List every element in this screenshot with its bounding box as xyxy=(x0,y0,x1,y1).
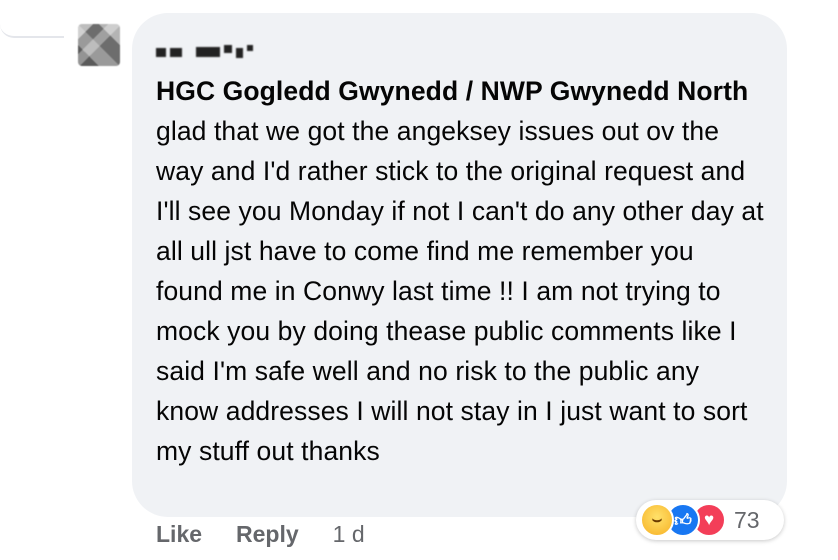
comment-text: HGC Gogledd Gwynedd / NWP Gwynedd North … xyxy=(156,71,766,471)
comment-bubble: HGC Gogledd Gwynedd / NWP Gwynedd North … xyxy=(132,13,787,517)
reaction-count: 73 xyxy=(734,506,760,533)
like-button[interactable]: Like xyxy=(156,521,202,548)
comment-actions: Like Reply 1 d xyxy=(156,521,365,548)
comment-timestamp[interactable]: 1 d xyxy=(333,521,365,548)
thread-connector-line xyxy=(0,0,64,38)
comment-body: glad that we got the angeksey issues out… xyxy=(156,116,764,466)
reactions-summary[interactable]: ⌣ 👍︎ ♥ 73 xyxy=(636,500,784,540)
avatar[interactable] xyxy=(78,24,120,66)
reply-button[interactable]: Reply xyxy=(236,521,299,548)
author-name-redacted[interactable] xyxy=(156,33,763,63)
haha-icon: ⌣ xyxy=(640,503,674,537)
mention-link[interactable]: HGC Gogledd Gwynedd / NWP Gwynedd North xyxy=(156,76,748,106)
